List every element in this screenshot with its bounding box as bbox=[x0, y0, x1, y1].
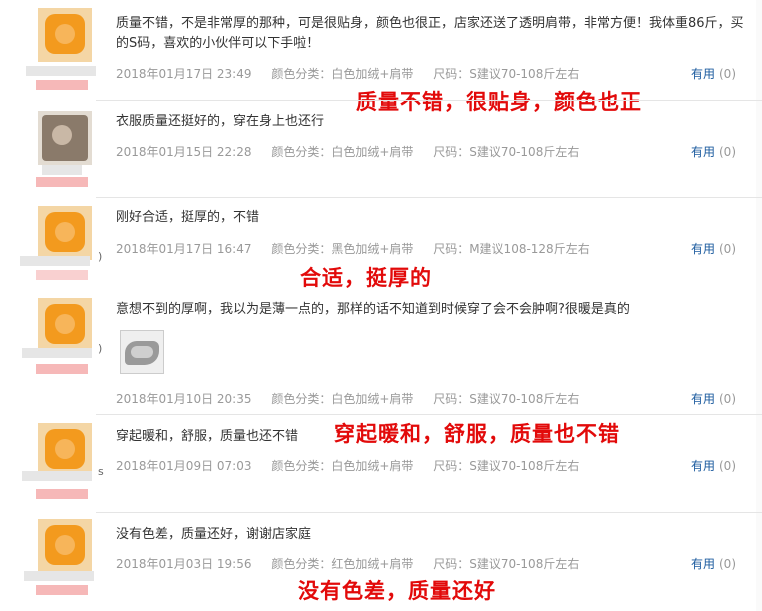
useful-label[interactable]: 有用 bbox=[691, 242, 715, 256]
review-color: 颜色分类：白色加绒+肩带 bbox=[271, 459, 414, 473]
review-text: 意想不到的厚啊，我以为是薄一点的，那样的话不知道到时候穿了会不会肿啊?很暖是真的 bbox=[116, 302, 630, 317]
review-date: 2018年01月10日 20:35 bbox=[116, 392, 252, 406]
useful-count: (0) bbox=[719, 145, 736, 159]
review-item: 质量不错，不是非常厚的那种，可是很贴身，颜色也很正，店家还送了透明肩带，非常方便… bbox=[0, 0, 762, 114]
review-size: 尺码：S建议70-108斤左右 bbox=[433, 459, 580, 473]
review-meta: 2018年01月17日 23:49 颜色分类：白色加绒+肩带 尺码：S建议70-… bbox=[116, 65, 746, 82]
review-date: 2018年01月17日 23:49 bbox=[116, 67, 252, 81]
review-size: 尺码：S建议70-108斤左右 bbox=[433, 145, 580, 159]
useful-label[interactable]: 有用 bbox=[691, 67, 715, 81]
useful-count: (0) bbox=[719, 242, 736, 256]
reviewer-level-badge bbox=[36, 489, 88, 499]
avatar[interactable] bbox=[38, 423, 92, 477]
reviewer-level-badge bbox=[36, 270, 88, 280]
reviewer-nick bbox=[42, 165, 82, 175]
review-color: 颜色分类：白色加绒+肩带 bbox=[271, 145, 414, 159]
review-size: 尺码：M建议108-128斤左右 bbox=[433, 242, 590, 256]
review-size: 尺码：S建议70-108斤左右 bbox=[433, 557, 580, 571]
review-meta: 2018年01月15日 22:28 颜色分类：白色加绒+肩带 尺码：S建议70-… bbox=[116, 143, 746, 160]
review-date: 2018年01月15日 22:28 bbox=[116, 145, 252, 159]
avatar[interactable] bbox=[38, 298, 92, 352]
reviewer-level-badge bbox=[36, 80, 88, 90]
review-item: 衣服质量还挺好的，穿在身上也还行 2018年01月15日 22:28 颜色分类：… bbox=[0, 101, 762, 197]
review-date: 2018年01月09日 07:03 bbox=[116, 459, 252, 473]
useful-count: (0) bbox=[719, 459, 736, 473]
review-color: 颜色分类：黑色加绒+肩带 bbox=[271, 242, 414, 256]
reviewer-nick bbox=[20, 256, 90, 266]
review-text: 质量不错，不是非常厚的那种，可是很贴身，颜色也很正，店家还送了透明肩带，非常方便… bbox=[116, 16, 744, 51]
review-photo[interactable] bbox=[120, 330, 164, 374]
useful-label[interactable]: 有用 bbox=[691, 459, 715, 473]
avatar[interactable] bbox=[38, 111, 92, 165]
useful-label[interactable]: 有用 bbox=[691, 557, 715, 571]
review-meta: 2018年01月03日 19:56 颜色分类：红色加绒+肩带 尺码：S建议70-… bbox=[116, 555, 746, 572]
useful-count: (0) bbox=[719, 557, 736, 571]
review-date: 2018年01月17日 16:47 bbox=[116, 242, 252, 256]
avatar[interactable] bbox=[38, 206, 92, 260]
useful-label[interactable]: 有用 bbox=[691, 145, 715, 159]
useful-count: (0) bbox=[719, 392, 736, 406]
avatar[interactable] bbox=[38, 519, 92, 573]
reviewer-nick bbox=[26, 66, 96, 76]
review-color: 颜色分类：白色加绒+肩带 bbox=[271, 67, 414, 81]
useful-label[interactable]: 有用 bbox=[691, 392, 715, 406]
useful-count: (0) bbox=[719, 67, 736, 81]
review-meta: 2018年01月17日 16:47 颜色分类：黑色加绒+肩带 尺码：M建议108… bbox=[116, 240, 746, 257]
review-color: 颜色分类：红色加绒+肩带 bbox=[271, 557, 414, 571]
overlay-caption: 没有色差，质量还好 bbox=[298, 579, 496, 603]
review-text: 没有色差，质量还好，谢谢店家庭 bbox=[116, 527, 312, 542]
reviewer-nick bbox=[22, 348, 92, 358]
review-item: ) 意想不到的厚啊，我以为是薄一点的，那样的话不知道到时候穿了会不会肿啊?很暖是… bbox=[0, 292, 762, 414]
review-text: 衣服质量还挺好的，穿在身上也还行 bbox=[116, 114, 325, 129]
useful-button[interactable]: 有用 (0) bbox=[691, 390, 736, 407]
review-size: 尺码：S建议70-108斤左右 bbox=[433, 67, 580, 81]
avatar[interactable] bbox=[38, 8, 92, 62]
review-item: ) 刚好合适，挺厚的，不错 2018年01月17日 16:47 颜色分类：黑色加… bbox=[0, 198, 762, 290]
reviewer-level-badge bbox=[36, 364, 88, 374]
review-color: 颜色分类：白色加绒+肩带 bbox=[271, 392, 414, 406]
useful-button[interactable]: 有用 (0) bbox=[691, 555, 736, 572]
review-meta: 2018年01月10日 20:35 颜色分类：白色加绒+肩带 尺码：S建议70-… bbox=[116, 390, 746, 407]
reviewer-level-badge bbox=[36, 177, 88, 187]
overlay-caption: 合适，挺厚的 bbox=[300, 266, 432, 290]
review-text: 刚好合适，挺厚的，不错 bbox=[116, 210, 260, 225]
useful-button[interactable]: 有用 (0) bbox=[691, 143, 736, 160]
useful-button[interactable]: 有用 (0) bbox=[691, 240, 736, 257]
nick-suffix: ) bbox=[98, 250, 103, 263]
review-item: 没有色差，质量还好，谢谢店家庭 2018年01月03日 19:56 颜色分类：红… bbox=[0, 513, 762, 611]
review-item: s 穿起暖和，舒服，质量也还不错 2018年01月09日 07:03 颜色分类：… bbox=[0, 415, 762, 511]
review-date: 2018年01月03日 19:56 bbox=[116, 557, 252, 571]
reviewer-level-badge bbox=[36, 585, 88, 595]
nick-suffix: ) bbox=[98, 342, 103, 355]
nick-suffix: s bbox=[98, 465, 104, 478]
useful-button[interactable]: 有用 (0) bbox=[691, 65, 736, 82]
reviewer-nick bbox=[22, 471, 92, 481]
review-meta: 2018年01月09日 07:03 颜色分类：白色加绒+肩带 尺码：S建议70-… bbox=[116, 457, 746, 474]
overlay-caption: 穿起暖和，舒服，质量也不错 bbox=[334, 422, 620, 446]
reviewer-nick bbox=[24, 571, 94, 581]
useful-button[interactable]: 有用 (0) bbox=[691, 457, 736, 474]
review-size: 尺码：S建议70-108斤左右 bbox=[433, 392, 580, 406]
